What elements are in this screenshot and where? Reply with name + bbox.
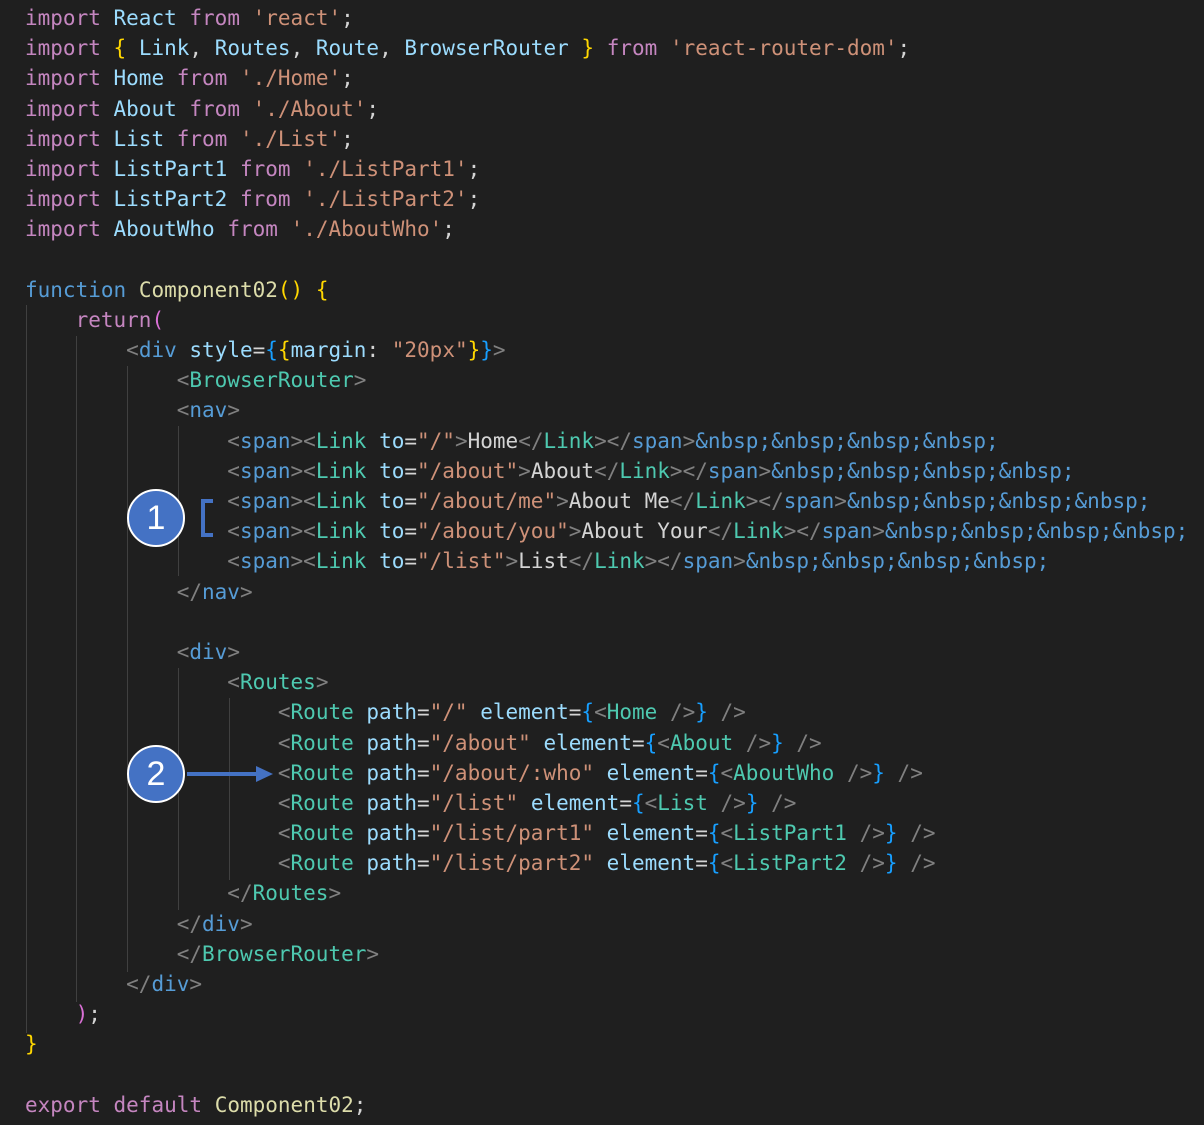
code-editor[interactable]: import React from 'react'; import { Link,… (0, 0, 1204, 1125)
arrow-head (256, 766, 273, 782)
annotation-arrow (187, 766, 273, 782)
